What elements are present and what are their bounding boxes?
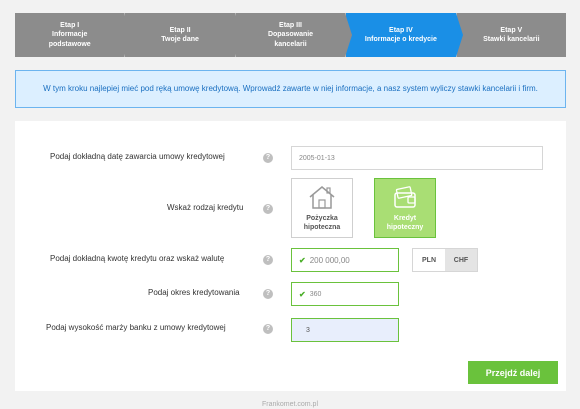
margin-value: 3 (306, 326, 310, 334)
currency-toggle: PLN CHF (412, 248, 478, 272)
margin-input[interactable]: 3 (291, 318, 399, 342)
step-number: Etap V (500, 26, 523, 34)
step-title: Stawki kancelarii (483, 36, 540, 43)
step-number: Etap III (279, 21, 302, 29)
step-number: Etap IV (389, 26, 413, 34)
amount-value: 200 000,00 (309, 255, 350, 265)
step-title: Informacje podstawowe (48, 31, 91, 48)
option-pozyczka-hipoteczna[interactable]: Pożyczka hipoteczna (291, 178, 353, 238)
option-label: Kredyt hipoteczny (386, 214, 424, 231)
step-title: Dopasowanie kancelarii (267, 31, 314, 48)
help-icon[interactable]: ? (263, 324, 273, 334)
form-card: Podaj dokładną datę zawarcia umowy kredy… (15, 121, 566, 391)
step-5[interactable]: Etap V Stawki kancelarii (455, 13, 567, 57)
step-number: Etap I (60, 21, 80, 29)
house-icon (309, 185, 335, 209)
credit-type-label: Wskaż rodzaj kredytu (167, 203, 244, 212)
date-input[interactable]: 2005-01-13 (291, 146, 543, 170)
footer-text: Frankomet.com.pl (261, 401, 319, 408)
option-kredyt-hipoteczny[interactable]: Kredyt hipoteczny (374, 178, 436, 238)
step-title: Twoje dane (161, 36, 199, 43)
help-icon[interactable]: ? (263, 153, 273, 163)
info-box: W tym kroku najlepiej mieć pod ręką umow… (15, 70, 566, 108)
step-4-active[interactable]: Etap IV Informacje o kredycie (345, 13, 463, 57)
currency-pln[interactable]: PLN (413, 249, 445, 271)
help-icon[interactable]: ? (263, 204, 273, 214)
check-icon: ✔ (299, 289, 306, 299)
margin-label: Podaj wysokość marży banku z umowy kredy… (46, 323, 226, 332)
date-label: Podaj dokładną datę zawarcia umowy kredy… (50, 152, 225, 161)
period-input[interactable]: ✔ 360 (291, 282, 399, 306)
currency-chf[interactable]: CHF (445, 249, 477, 271)
period-value: 360 (309, 290, 322, 298)
amount-input[interactable]: ✔ 200 000,00 (291, 248, 399, 272)
check-icon: ✔ (299, 255, 306, 265)
step-3[interactable]: Etap III Dopasowanie kancelarii (234, 13, 353, 57)
next-button[interactable]: Przejdź dalej (468, 361, 558, 384)
help-icon[interactable]: ? (263, 289, 273, 299)
step-2[interactable]: Etap II Twoje dane (124, 13, 242, 57)
amount-label: Podaj dokładną kwotę kredytu oraz wskaż … (50, 254, 225, 263)
help-icon[interactable]: ? (263, 255, 273, 265)
steps-bar: Etap I Informacje podstawowe Etap II Two… (15, 13, 567, 57)
step-number: Etap II (169, 26, 191, 34)
step-1[interactable]: Etap I Informacje podstawowe (15, 13, 132, 57)
wallet-icon (394, 185, 416, 208)
period-label: Podaj okres kredytowania (148, 288, 240, 297)
option-label: Pożyczka hipoteczna (303, 214, 341, 231)
date-value: 2005-01-13 (299, 154, 335, 162)
step-title: Informacje o kredycie (364, 36, 437, 43)
